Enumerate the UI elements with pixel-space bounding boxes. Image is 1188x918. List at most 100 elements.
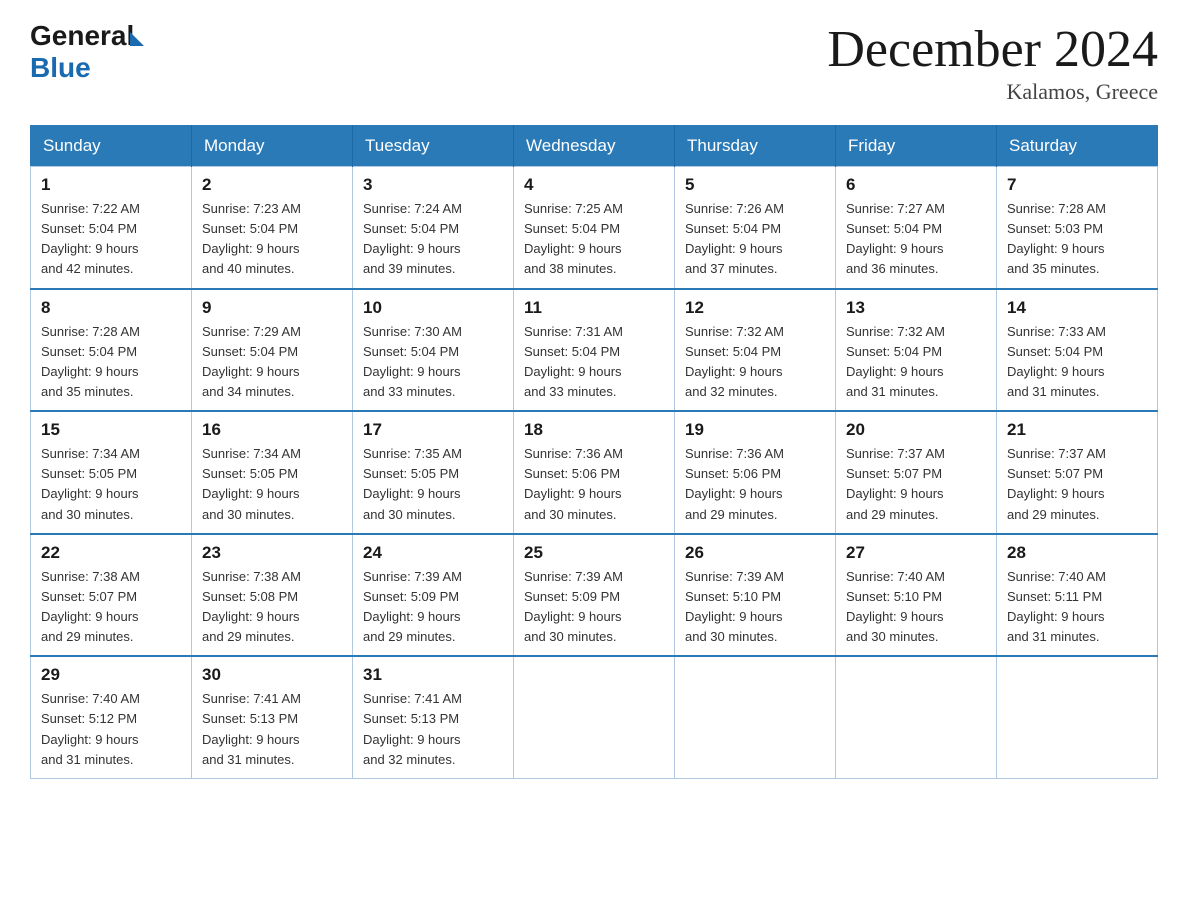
day-number: 1 xyxy=(41,175,181,195)
table-row: 24 Sunrise: 7:39 AMSunset: 5:09 PMDaylig… xyxy=(353,534,514,657)
table-row xyxy=(675,656,836,778)
day-info: Sunrise: 7:37 AMSunset: 5:07 PMDaylight:… xyxy=(1007,446,1106,521)
day-number: 25 xyxy=(524,543,664,563)
table-row: 31 Sunrise: 7:41 AMSunset: 5:13 PMDaylig… xyxy=(353,656,514,778)
day-info: Sunrise: 7:38 AMSunset: 5:08 PMDaylight:… xyxy=(202,569,301,644)
table-row: 5 Sunrise: 7:26 AMSunset: 5:04 PMDayligh… xyxy=(675,167,836,289)
day-info: Sunrise: 7:40 AMSunset: 5:10 PMDaylight:… xyxy=(846,569,945,644)
day-info: Sunrise: 7:34 AMSunset: 5:05 PMDaylight:… xyxy=(41,446,140,521)
day-info: Sunrise: 7:28 AMSunset: 5:04 PMDaylight:… xyxy=(41,324,140,399)
table-row: 25 Sunrise: 7:39 AMSunset: 5:09 PMDaylig… xyxy=(514,534,675,657)
calendar-table: Sunday Monday Tuesday Wednesday Thursday… xyxy=(30,125,1158,779)
day-number: 5 xyxy=(685,175,825,195)
day-info: Sunrise: 7:28 AMSunset: 5:03 PMDaylight:… xyxy=(1007,201,1106,276)
table-row: 27 Sunrise: 7:40 AMSunset: 5:10 PMDaylig… xyxy=(836,534,997,657)
header-sunday: Sunday xyxy=(31,126,192,167)
day-number: 4 xyxy=(524,175,664,195)
table-row: 30 Sunrise: 7:41 AMSunset: 5:13 PMDaylig… xyxy=(192,656,353,778)
table-row: 10 Sunrise: 7:30 AMSunset: 5:04 PMDaylig… xyxy=(353,289,514,412)
day-info: Sunrise: 7:27 AMSunset: 5:04 PMDaylight:… xyxy=(846,201,945,276)
day-number: 6 xyxy=(846,175,986,195)
logo-text-general: General xyxy=(30,20,134,52)
day-number: 7 xyxy=(1007,175,1147,195)
day-number: 22 xyxy=(41,543,181,563)
table-row: 1 Sunrise: 7:22 AMSunset: 5:04 PMDayligh… xyxy=(31,167,192,289)
day-info: Sunrise: 7:37 AMSunset: 5:07 PMDaylight:… xyxy=(846,446,945,521)
table-row xyxy=(997,656,1158,778)
day-info: Sunrise: 7:32 AMSunset: 5:04 PMDaylight:… xyxy=(846,324,945,399)
day-number: 17 xyxy=(363,420,503,440)
day-info: Sunrise: 7:23 AMSunset: 5:04 PMDaylight:… xyxy=(202,201,301,276)
day-number: 21 xyxy=(1007,420,1147,440)
title-area: December 2024 Kalamos, Greece xyxy=(827,20,1158,105)
day-number: 29 xyxy=(41,665,181,685)
table-row: 28 Sunrise: 7:40 AMSunset: 5:11 PMDaylig… xyxy=(997,534,1158,657)
day-info: Sunrise: 7:41 AMSunset: 5:13 PMDaylight:… xyxy=(363,691,462,766)
day-number: 13 xyxy=(846,298,986,318)
table-row: 9 Sunrise: 7:29 AMSunset: 5:04 PMDayligh… xyxy=(192,289,353,412)
table-row: 15 Sunrise: 7:34 AMSunset: 5:05 PMDaylig… xyxy=(31,411,192,534)
day-number: 3 xyxy=(363,175,503,195)
table-row: 19 Sunrise: 7:36 AMSunset: 5:06 PMDaylig… xyxy=(675,411,836,534)
table-row: 22 Sunrise: 7:38 AMSunset: 5:07 PMDaylig… xyxy=(31,534,192,657)
header-wednesday: Wednesday xyxy=(514,126,675,167)
calendar-subtitle: Kalamos, Greece xyxy=(827,79,1158,105)
table-row: 6 Sunrise: 7:27 AMSunset: 5:04 PMDayligh… xyxy=(836,167,997,289)
day-number: 31 xyxy=(363,665,503,685)
day-info: Sunrise: 7:31 AMSunset: 5:04 PMDaylight:… xyxy=(524,324,623,399)
header-tuesday: Tuesday xyxy=(353,126,514,167)
calendar-week-row: 15 Sunrise: 7:34 AMSunset: 5:05 PMDaylig… xyxy=(31,411,1158,534)
day-info: Sunrise: 7:36 AMSunset: 5:06 PMDaylight:… xyxy=(685,446,784,521)
table-row: 23 Sunrise: 7:38 AMSunset: 5:08 PMDaylig… xyxy=(192,534,353,657)
calendar-title: December 2024 xyxy=(827,20,1158,79)
day-info: Sunrise: 7:40 AMSunset: 5:11 PMDaylight:… xyxy=(1007,569,1106,644)
day-info: Sunrise: 7:33 AMSunset: 5:04 PMDaylight:… xyxy=(1007,324,1106,399)
day-number: 15 xyxy=(41,420,181,440)
table-row xyxy=(836,656,997,778)
day-number: 19 xyxy=(685,420,825,440)
day-info: Sunrise: 7:36 AMSunset: 5:06 PMDaylight:… xyxy=(524,446,623,521)
day-info: Sunrise: 7:30 AMSunset: 5:04 PMDaylight:… xyxy=(363,324,462,399)
calendar-week-row: 8 Sunrise: 7:28 AMSunset: 5:04 PMDayligh… xyxy=(31,289,1158,412)
day-number: 8 xyxy=(41,298,181,318)
calendar-week-row: 29 Sunrise: 7:40 AMSunset: 5:12 PMDaylig… xyxy=(31,656,1158,778)
table-row: 20 Sunrise: 7:37 AMSunset: 5:07 PMDaylig… xyxy=(836,411,997,534)
day-number: 12 xyxy=(685,298,825,318)
day-number: 30 xyxy=(202,665,342,685)
table-row: 4 Sunrise: 7:25 AMSunset: 5:04 PMDayligh… xyxy=(514,167,675,289)
day-number: 9 xyxy=(202,298,342,318)
header-monday: Monday xyxy=(192,126,353,167)
day-number: 23 xyxy=(202,543,342,563)
day-number: 10 xyxy=(363,298,503,318)
calendar-week-row: 22 Sunrise: 7:38 AMSunset: 5:07 PMDaylig… xyxy=(31,534,1158,657)
day-number: 18 xyxy=(524,420,664,440)
header-thursday: Thursday xyxy=(675,126,836,167)
page-header: General Blue December 2024 Kalamos, Gree… xyxy=(30,20,1158,105)
table-row: 11 Sunrise: 7:31 AMSunset: 5:04 PMDaylig… xyxy=(514,289,675,412)
table-row: 2 Sunrise: 7:23 AMSunset: 5:04 PMDayligh… xyxy=(192,167,353,289)
day-number: 24 xyxy=(363,543,503,563)
day-number: 2 xyxy=(202,175,342,195)
table-row: 16 Sunrise: 7:34 AMSunset: 5:05 PMDaylig… xyxy=(192,411,353,534)
day-info: Sunrise: 7:39 AMSunset: 5:09 PMDaylight:… xyxy=(363,569,462,644)
day-number: 20 xyxy=(846,420,986,440)
table-row: 12 Sunrise: 7:32 AMSunset: 5:04 PMDaylig… xyxy=(675,289,836,412)
day-number: 28 xyxy=(1007,543,1147,563)
table-row: 18 Sunrise: 7:36 AMSunset: 5:06 PMDaylig… xyxy=(514,411,675,534)
day-info: Sunrise: 7:24 AMSunset: 5:04 PMDaylight:… xyxy=(363,201,462,276)
logo-text-blue: Blue xyxy=(30,52,144,84)
day-info: Sunrise: 7:26 AMSunset: 5:04 PMDaylight:… xyxy=(685,201,784,276)
table-row: 14 Sunrise: 7:33 AMSunset: 5:04 PMDaylig… xyxy=(997,289,1158,412)
day-number: 16 xyxy=(202,420,342,440)
header-saturday: Saturday xyxy=(997,126,1158,167)
logo-arrow-icon xyxy=(130,32,144,46)
day-info: Sunrise: 7:22 AMSunset: 5:04 PMDaylight:… xyxy=(41,201,140,276)
header-friday: Friday xyxy=(836,126,997,167)
calendar-header-row: Sunday Monday Tuesday Wednesday Thursday… xyxy=(31,126,1158,167)
day-number: 14 xyxy=(1007,298,1147,318)
day-info: Sunrise: 7:41 AMSunset: 5:13 PMDaylight:… xyxy=(202,691,301,766)
day-number: 11 xyxy=(524,298,664,318)
logo: General Blue xyxy=(30,20,144,84)
day-number: 27 xyxy=(846,543,986,563)
day-number: 26 xyxy=(685,543,825,563)
